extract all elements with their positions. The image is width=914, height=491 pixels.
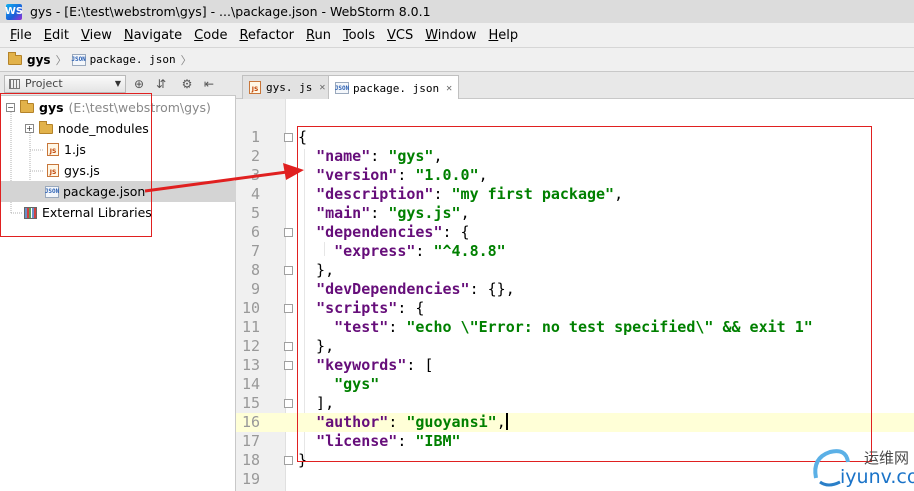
- watermark-logo: 运维网 iyunv.com: [808, 444, 914, 490]
- fold-marker-icon[interactable]: [284, 266, 293, 275]
- fold-marker-icon[interactable]: [284, 304, 293, 313]
- line-number: 4: [250, 185, 260, 203]
- chevron-down-icon: ▼: [114, 79, 121, 88]
- menu-bar: File Edit View Navigate Code Refactor Ru…: [0, 23, 914, 47]
- fold-marker-icon[interactable]: [284, 133, 293, 142]
- close-icon[interactable]: ✕: [446, 83, 452, 94]
- menu-tools[interactable]: Tools: [337, 28, 381, 43]
- line-number: 17: [241, 432, 260, 450]
- line-number: 9: [250, 280, 260, 298]
- fold-marker-icon[interactable]: [284, 399, 293, 408]
- line-number: 19: [241, 470, 260, 488]
- editor-tab-bar: JS gys. js ✕ JSON package. json ✕: [236, 72, 914, 100]
- line-number: 6: [250, 223, 260, 241]
- gear-icon[interactable]: ⚙: [178, 75, 196, 93]
- annotation-box-code: [297, 126, 872, 462]
- tab-label: gys. js: [266, 81, 313, 94]
- webstorm-app-icon: WS: [5, 3, 23, 20]
- project-view-icon: [9, 78, 20, 89]
- fold-marker-icon[interactable]: [284, 361, 293, 370]
- locate-target-icon[interactable]: ⊕: [130, 75, 148, 93]
- line-number: 15: [241, 394, 260, 412]
- line-number: 16: [241, 413, 260, 431]
- folder-icon: [8, 51, 22, 65]
- fold-marker-icon[interactable]: [284, 456, 293, 465]
- menu-vcs[interactable]: VCS: [381, 28, 419, 43]
- fold-marker-icon[interactable]: [284, 342, 293, 351]
- fold-marker-icon[interactable]: [284, 228, 293, 237]
- breadcrumb-project-label: gys: [27, 52, 51, 67]
- title-bar: WS gys - [E:\test\webstrom\gys] - ...\pa…: [0, 0, 914, 23]
- menu-view[interactable]: View: [75, 28, 118, 43]
- line-number: 10: [241, 299, 260, 317]
- breadcrumb-project[interactable]: gys: [8, 51, 51, 67]
- js-file-icon: JS: [249, 81, 261, 94]
- line-number: 2: [250, 147, 260, 165]
- project-view-dropdown[interactable]: Project ▼: [4, 74, 126, 93]
- menu-run[interactable]: Run: [300, 28, 337, 43]
- menu-navigate[interactable]: Navigate: [118, 28, 188, 43]
- menu-file[interactable]: File: [4, 28, 38, 43]
- hide-panel-icon[interactable]: ⇤: [200, 75, 218, 93]
- tab-package-json[interactable]: JSON package. json ✕: [328, 75, 460, 100]
- tab-gys-js[interactable]: JS gys. js ✕: [242, 75, 333, 99]
- line-number: 8: [250, 261, 260, 279]
- close-icon[interactable]: ✕: [319, 82, 325, 93]
- breadcrumb-file[interactable]: JSON package. json: [71, 53, 176, 66]
- line-number: 14: [241, 375, 260, 393]
- json-file-icon: JSON: [335, 82, 349, 94]
- breadcrumb-separator-icon: 〉: [180, 53, 192, 67]
- json-file-icon: JSON: [71, 53, 86, 66]
- menu-edit[interactable]: Edit: [38, 28, 75, 43]
- window-title: gys - [E:\test\webstrom\gys] - ...\packa…: [30, 4, 431, 19]
- breadcrumb-file-label: package. json: [89, 53, 176, 66]
- project-view-label: Project: [25, 77, 63, 90]
- line-number: 11: [241, 318, 260, 336]
- tab-label: package. json: [353, 81, 440, 95]
- breadcrumb: gys 〉 JSON package. json 〉: [0, 47, 914, 72]
- line-number: 3: [250, 166, 260, 184]
- line-number: 18: [241, 451, 260, 469]
- line-number: 5: [250, 204, 260, 222]
- watermark-en: iyunv.com: [840, 466, 914, 488]
- menu-refactor[interactable]: Refactor: [233, 28, 300, 43]
- line-number: 13: [241, 356, 260, 374]
- line-number: 1: [250, 128, 260, 146]
- collapse-all-icon[interactable]: ⇵: [152, 75, 170, 93]
- breadcrumb-separator-icon: 〉: [55, 53, 67, 67]
- menu-window[interactable]: Window: [419, 28, 482, 43]
- menu-code[interactable]: Code: [188, 28, 233, 43]
- watermark-cn: 运维网: [864, 449, 910, 467]
- line-number: 12: [241, 337, 260, 355]
- annotation-box-tree: [0, 93, 152, 237]
- menu-help[interactable]: Help: [483, 28, 525, 43]
- line-number: 7: [250, 242, 260, 260]
